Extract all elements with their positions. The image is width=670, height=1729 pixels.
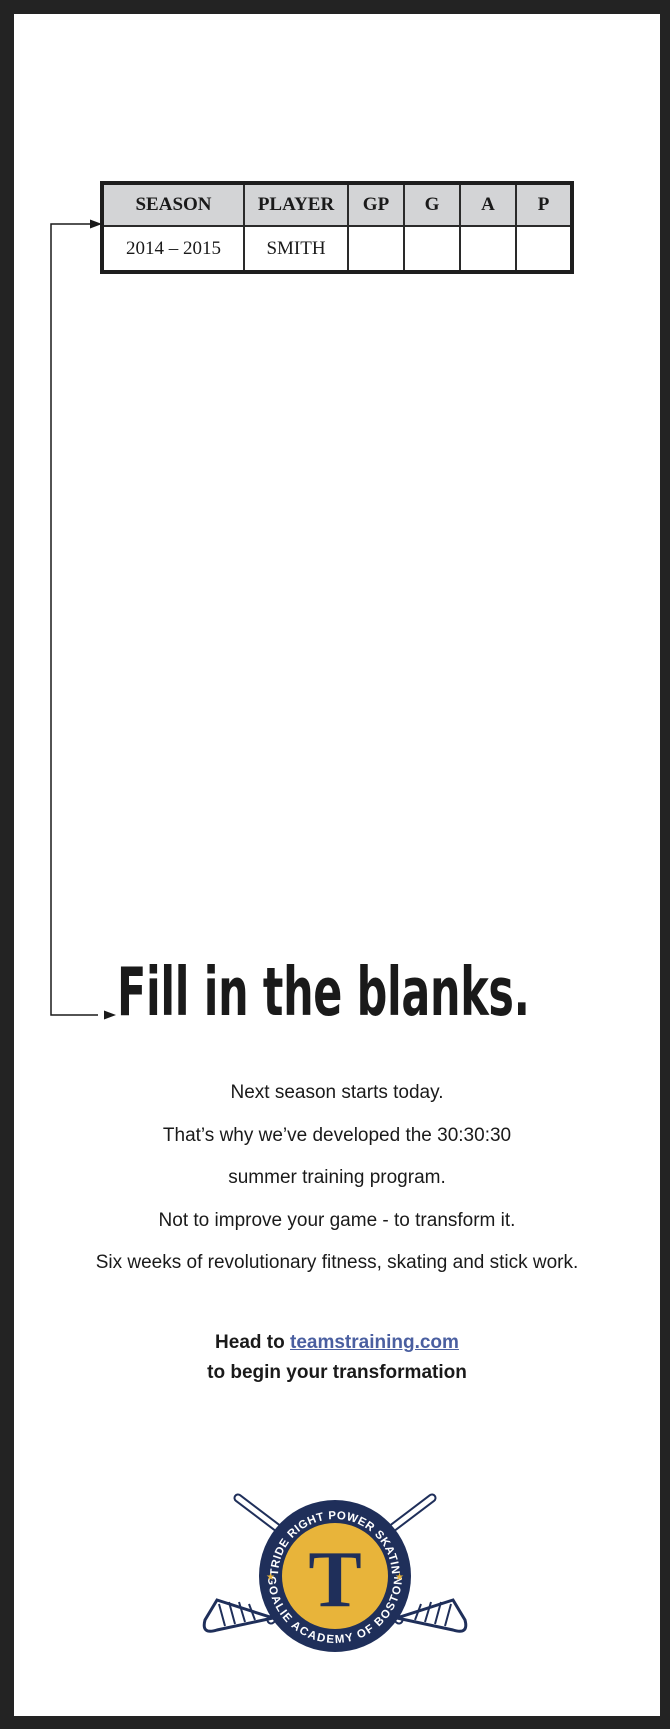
header-p: P xyxy=(515,182,573,227)
arrowhead-top-icon xyxy=(90,219,102,229)
logo-star-icon: ★ xyxy=(395,1572,404,1583)
website-link[interactable]: teamstraining.com xyxy=(290,1332,459,1353)
call-to-action: Head to teamstraining.com to begin your … xyxy=(14,1328,660,1388)
body-line: Six weeks of revolutionary fitness, skat… xyxy=(95,1252,579,1273)
body-copy: Next season starts today. That’s why we’… xyxy=(14,1072,660,1285)
stats-table: SEASON PLAYER GP G A P 2014 – 2015 SMITH xyxy=(100,181,574,274)
cta-line-2: to begin your transformation xyxy=(207,1362,467,1383)
headline: Fill in the blanks. xyxy=(117,953,530,1031)
logo-star-icon: ★ xyxy=(266,1572,275,1583)
cta-prefix: Head to xyxy=(215,1332,290,1353)
body-line: That’s why we’ve developed the 30:30:30 xyxy=(162,1124,512,1146)
cell-a-blank xyxy=(459,225,517,273)
body-line: summer training program. xyxy=(228,1167,446,1188)
body-line: Not to improve your game - to transform … xyxy=(158,1209,516,1231)
arrowhead-bottom-icon xyxy=(104,1010,116,1020)
cell-g-blank xyxy=(403,225,461,273)
cell-p-blank xyxy=(515,225,573,273)
header-player: PLAYER xyxy=(243,182,349,227)
connector-arrow xyxy=(50,219,116,1020)
table-header-row: SEASON PLAYER GP G A P xyxy=(101,182,573,227)
academy-logo: STRIDE RIGHT POWER SKATING GOALIE ACADEM… xyxy=(195,1480,468,1652)
cell-player: SMITH xyxy=(243,225,349,273)
header-a: A xyxy=(459,182,517,227)
ad-page: SEASON PLAYER GP G A P 2014 – 2015 SMITH… xyxy=(14,14,660,1716)
header-gp: GP xyxy=(347,182,405,227)
header-g: G xyxy=(403,182,461,227)
cell-gp-blank xyxy=(347,225,405,273)
logo-monogram: T xyxy=(308,1536,361,1624)
svg-text:T: T xyxy=(308,1536,361,1624)
body-line: Next season starts today. xyxy=(230,1082,444,1103)
table-row: 2014 – 2015 SMITH xyxy=(101,225,573,273)
